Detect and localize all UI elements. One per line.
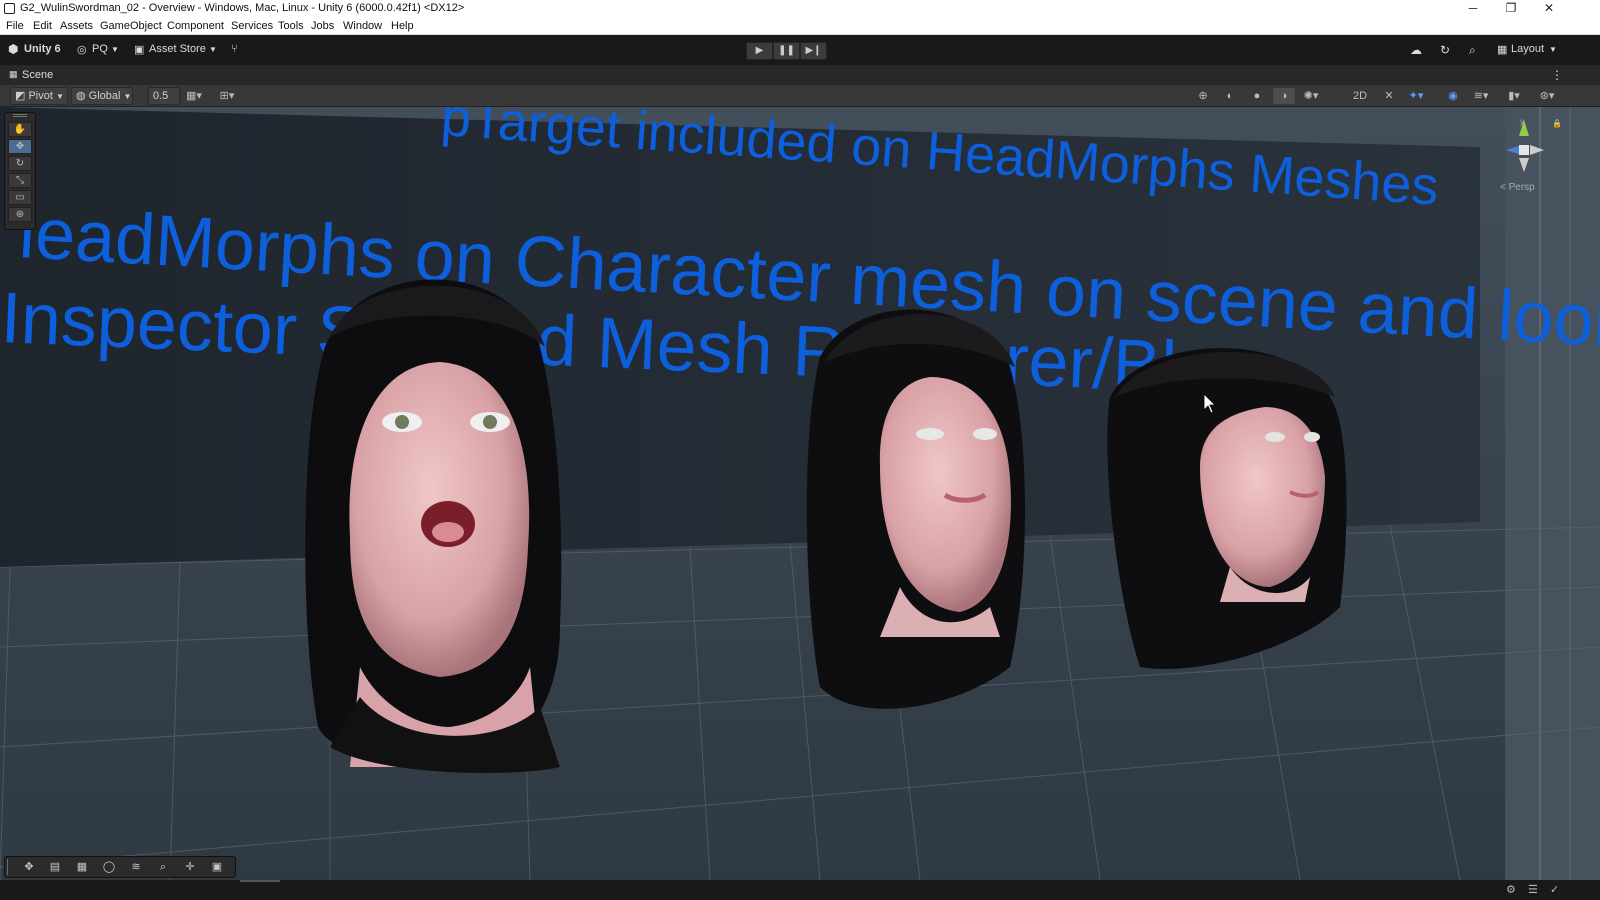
step-button[interactable]: ▶❙ bbox=[800, 42, 827, 60]
search-icon[interactable]: ⌕ bbox=[151, 859, 175, 875]
transform-icon[interactable]: ⊛ bbox=[8, 207, 32, 222]
layers-icon[interactable]: ≋ bbox=[124, 859, 148, 875]
pivot-icon: ◩ bbox=[15, 90, 26, 102]
effects-icon[interactable]: ✺▾ bbox=[1300, 88, 1322, 104]
tab-scene[interactable]: Scene bbox=[22, 69, 53, 81]
menu-tools[interactable]: Tools bbox=[278, 20, 304, 32]
grid-icon[interactable]: ▤ bbox=[43, 859, 67, 875]
title-bar: G2_WulinSwordman_02 - Overview - Windows… bbox=[0, 0, 1600, 18]
hand-icon[interactable]: ✋ bbox=[8, 122, 32, 137]
pivot-chevron-down-icon: ▼ bbox=[56, 92, 64, 101]
character-head-3 bbox=[1107, 348, 1347, 669]
pause-button[interactable]: ❚❚ bbox=[773, 42, 800, 60]
history-icon[interactable]: ↻ bbox=[1440, 43, 1450, 57]
search-icon[interactable]: ⌕ bbox=[1469, 43, 1476, 58]
rect-icon[interactable]: ▭ bbox=[8, 190, 32, 205]
scene-grid-icon: ▦ bbox=[9, 69, 18, 79]
camera-settings-icon[interactable]: ▮▾ bbox=[1503, 88, 1525, 104]
pillar bbox=[1505, 107, 1600, 880]
audio-mute-icon[interactable]: ✕ bbox=[1378, 88, 1400, 104]
layout-dropdown[interactable]: Layout bbox=[1511, 43, 1544, 55]
stack-icon[interactable]: ☰ bbox=[1528, 883, 1538, 896]
menu-file[interactable]: File bbox=[6, 20, 24, 32]
menu-bar: File Edit Assets GameObject Component Se… bbox=[0, 18, 1600, 35]
shaded-wire-icon[interactable]: ◐ bbox=[1219, 88, 1241, 104]
rotate-icon[interactable]: ↻ bbox=[8, 156, 32, 171]
fx-icon[interactable]: ✦▾ bbox=[1405, 88, 1427, 104]
global-dropdown[interactable]: ◍ Global ▼ bbox=[71, 87, 133, 105]
gizmos-icon[interactable]: ⊛▾ bbox=[1536, 88, 1558, 104]
unity-logo-icon[interactable]: ⬢ bbox=[8, 42, 18, 56]
layers-icon[interactable]: ≋▾ bbox=[1470, 88, 1492, 104]
progress-indicator bbox=[240, 880, 280, 882]
window-title: G2_WulinSwordman_02 - Overview - Windows… bbox=[20, 2, 465, 14]
gizmo-lock-icon: 🔒 bbox=[1552, 119, 1562, 128]
asset-store-bag-icon: ▣ bbox=[134, 44, 145, 56]
account-dropdown[interactable]: PQ bbox=[92, 43, 108, 55]
shaded-icon[interactable]: ● bbox=[1246, 88, 1268, 104]
globe-icon: ◍ bbox=[76, 90, 86, 102]
status-bar: ⚙ ☰ ✓ bbox=[0, 880, 1600, 900]
drag-handle[interactable] bbox=[13, 114, 27, 117]
menu-services[interactable]: Services bbox=[231, 20, 273, 32]
menu-edit[interactable]: Edit bbox=[33, 20, 52, 32]
more-options-icon[interactable]: ⋮ bbox=[1551, 68, 1563, 82]
unity-version-label[interactable]: Unity 6 bbox=[24, 43, 61, 55]
unity-app-icon bbox=[4, 3, 15, 14]
menu-gameobject[interactable]: GameObject bbox=[100, 20, 162, 32]
menu-help[interactable]: Help bbox=[391, 20, 414, 32]
menu-window[interactable]: Window bbox=[343, 20, 382, 32]
scene-render: pTarget included on HeadMorphs Meshes le… bbox=[0, 107, 1600, 880]
snap-increment-field[interactable]: 0.5 bbox=[148, 87, 180, 105]
minimize-button[interactable]: ─ bbox=[1456, 0, 1490, 18]
visibility-icon[interactable]: ◉ bbox=[1442, 88, 1464, 104]
cloud-icon[interactable]: ☁ bbox=[1410, 43, 1422, 57]
pivot-dropdown[interactable]: ◩ Pivot ▼ bbox=[10, 87, 68, 105]
snap-icon[interactable]: ▦ bbox=[70, 859, 94, 875]
play-button[interactable]: ▶ bbox=[746, 42, 773, 60]
check-icon[interactable]: ✓ bbox=[1550, 883, 1559, 896]
2d-toggle-icon[interactable]: 2D bbox=[1349, 88, 1371, 104]
maximize-button[interactable]: ❐ bbox=[1494, 0, 1528, 18]
lit-icon[interactable]: ◑ bbox=[1273, 88, 1295, 104]
move-tool-icon[interactable]: ✥ bbox=[17, 859, 41, 875]
scale-icon[interactable]: ⤡ bbox=[8, 173, 32, 188]
center-icon[interactable]: ✛ bbox=[178, 859, 202, 875]
orbit-icon[interactable]: ◯ bbox=[97, 859, 121, 875]
scene-toolbar: ◩ Pivot ▼ ◍ Global ▼ 0.5 ▦▾ ⊞▾ ⊕ ◐ ● ◑ ✺… bbox=[0, 85, 1600, 107]
menu-component[interactable]: Component bbox=[167, 20, 224, 32]
increment-snap-icon[interactable]: ⊞▾ bbox=[216, 88, 238, 104]
scene-tab-bar: ▦ Scene ⋮ bbox=[0, 65, 1600, 85]
camera-icon[interactable]: ▣ bbox=[205, 859, 229, 875]
tool-palette: ✋ ✥ ↻ ⤡ ▭ ⊛ bbox=[4, 112, 36, 230]
grid-snap-icon[interactable]: ▦▾ bbox=[183, 88, 205, 104]
character-head-1 bbox=[305, 279, 562, 773]
account-icon[interactable]: ◎ bbox=[77, 43, 87, 56]
layout-chevron-down-icon: ▼ bbox=[1549, 45, 1557, 54]
asset-store-chevron-down-icon: ▼ bbox=[209, 45, 217, 54]
character-head-2 bbox=[806, 309, 1025, 709]
close-button[interactable]: ✕ bbox=[1532, 0, 1566, 18]
scene-viewport[interactable]: pTarget included on HeadMorphs Meshes le… bbox=[0, 107, 1600, 880]
global-label: Global bbox=[88, 90, 121, 102]
draw-mode-icon[interactable]: ⊕ bbox=[1192, 88, 1214, 104]
pivot-label: Pivot bbox=[28, 90, 53, 102]
global-chevron-down-icon: ▼ bbox=[123, 92, 132, 101]
orientation-gizmo[interactable]: y z 🔒 < Persp bbox=[1490, 116, 1586, 206]
menu-assets[interactable]: Assets bbox=[60, 20, 93, 32]
main-toolbar: ⬢ Unity 6 ◎ PQ ▼ ▣ Asset Store ▼ ⑂ ▶ ❚❚ … bbox=[0, 35, 1600, 65]
overlay-drag-handle[interactable] bbox=[7, 859, 13, 875]
debug-icon[interactable]: ⚙ bbox=[1506, 883, 1516, 896]
asset-store-button[interactable]: Asset Store bbox=[149, 43, 206, 55]
menu-jobs[interactable]: Jobs bbox=[311, 20, 334, 32]
move-icon[interactable]: ✥ bbox=[8, 139, 32, 154]
scene-overlay-toolbar: ✥ ▤ ▦ ◯ ≋ ⌕ ✛ ▣ bbox=[4, 856, 236, 878]
version-control-icon[interactable]: ⑂ bbox=[231, 43, 238, 55]
persp-label[interactable]: < Persp bbox=[1500, 182, 1535, 193]
layout-grid-icon: ▦ bbox=[1497, 44, 1508, 56]
account-chevron-down-icon: ▼ bbox=[111, 45, 119, 54]
